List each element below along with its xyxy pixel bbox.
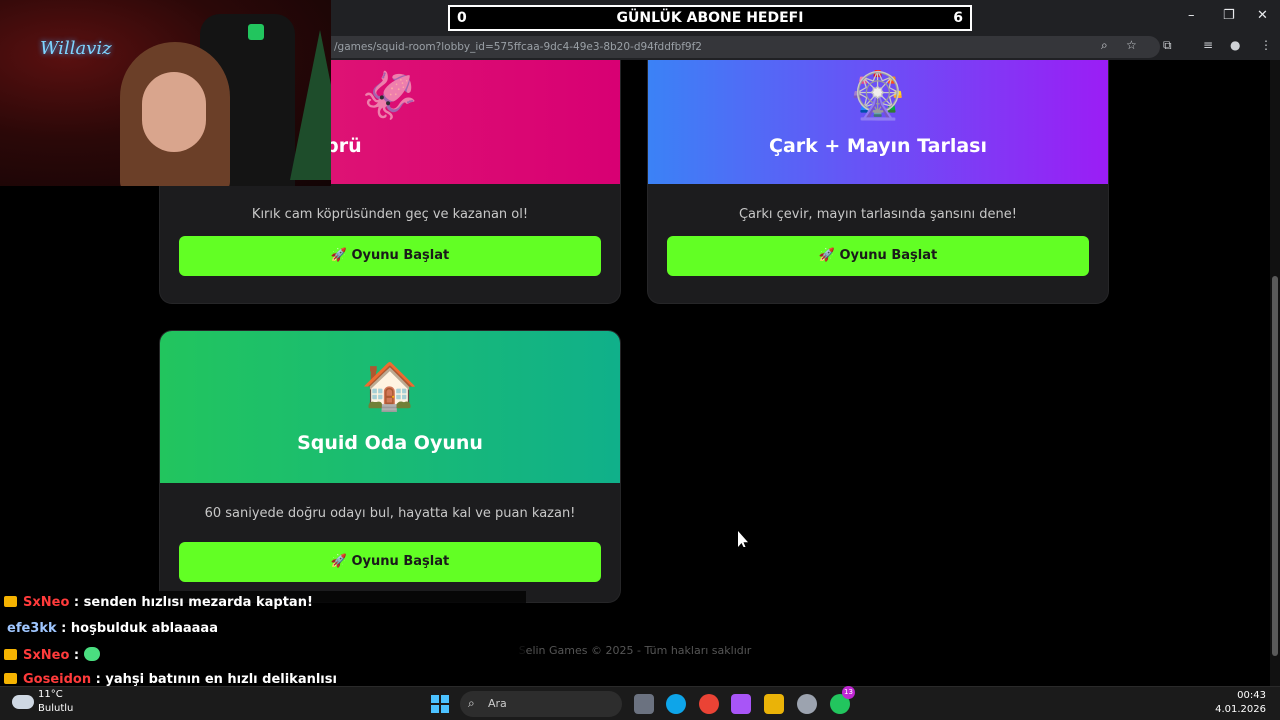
card-description: 60 saniyede doğru odayı bul, hayatta kal… — [204, 506, 576, 521]
stream-chat-overlay: SxNeo : senden hızlısı mezarda kaptan! e… — [0, 591, 526, 691]
url-input[interactable]: /games/squid-room?lobby_id=575ffcaa-9dc4… — [320, 36, 1160, 58]
crown-badge-icon — [4, 596, 17, 607]
chat-message: SxNeo : senden hızlısı mezarda kaptan! — [4, 595, 313, 610]
game-card-cark-mayin: 🎡 Çark + Mayın Tarlası Çarkı çevir, mayı… — [648, 60, 1108, 303]
goal-target: 6 — [953, 10, 963, 26]
chat-username: efe3kk — [7, 621, 57, 636]
chair-logo-icon — [248, 24, 264, 40]
chat-username: SxNeo — [23, 648, 70, 663]
profile-avatar-icon[interactable]: ● — [1230, 38, 1240, 52]
bookmark-star-icon[interactable]: ☆ — [1126, 38, 1137, 52]
start-game-button[interactable]: 🚀 Oyunu Başlat — [179, 236, 601, 276]
file-explorer-icon[interactable] — [764, 694, 784, 714]
extensions-icon[interactable]: ⧉ — [1163, 38, 1172, 53]
clock-date[interactable]: 4.01.2026 — [1215, 704, 1266, 715]
start-game-button[interactable]: 🚀 Oyunu Başlat — [179, 542, 601, 582]
neon-sign-logo: Willaviz — [40, 38, 112, 59]
card-title: Squid Oda Oyunu — [297, 432, 483, 454]
chat-message: efe3kk : hoşbulduk ablaaaaa — [7, 621, 218, 636]
card-description: Çarkı çevir, mayın tarlasında şansını de… — [738, 207, 1018, 222]
weather-description[interactable]: Bulutlu — [38, 703, 73, 714]
obs-icon[interactable] — [797, 694, 817, 714]
crown-badge-icon — [4, 649, 17, 660]
house-icon: 🏠 — [361, 359, 419, 413]
chat-message: Goseidon : yahşi batının en hızlı delika… — [4, 672, 337, 687]
windows-taskbar: 11°C Bulutlu ⌕ Ara 13 00:43 4.01.2026 — [0, 686, 1280, 720]
windows-start-icon[interactable] — [431, 695, 449, 713]
emote-icon — [83, 647, 100, 661]
minimize-icon[interactable]: – — [1188, 8, 1195, 23]
cloud-icon[interactable] — [12, 695, 34, 709]
card-header: 🏠 Squid Oda Oyunu — [160, 331, 620, 483]
close-icon[interactable]: ✕ — [1257, 8, 1268, 23]
copilot-icon[interactable] — [731, 694, 751, 714]
game-card-squid-oda: 🏠 Squid Oda Oyunu 60 saniyede doğru oday… — [160, 331, 620, 602]
chat-text: : senden hızlısı mezarda kaptan! — [73, 595, 313, 610]
clock-time[interactable]: 00:43 — [1237, 690, 1266, 701]
chrome-browser-icon[interactable] — [699, 694, 719, 714]
goal-title: GÜNLÜK ABONE HEDEFI — [616, 10, 804, 26]
chat-text: : hoşbulduk ablaaaaa — [61, 621, 218, 636]
taskbar-search-box[interactable]: ⌕ Ara — [460, 691, 622, 717]
subscriber-goal-overlay: 0 GÜNLÜK ABONE HEDEFI 6 — [448, 5, 972, 31]
restore-icon[interactable]: ❐ — [1223, 8, 1235, 23]
chat-message: SxNeo : — [4, 647, 100, 663]
chat-username: Goseidon — [23, 672, 92, 687]
task-view-icon[interactable] — [634, 694, 654, 714]
webcam-overlay: Willaviz — [0, 0, 331, 186]
media-control-icon[interactable]: ≡ — [1203, 38, 1213, 52]
crown-badge-icon — [4, 673, 17, 684]
whatsapp-unread-badge: 13 — [842, 686, 855, 699]
chat-text: : yahşi batının en hızlı delikanlısı — [95, 672, 337, 687]
edge-browser-icon[interactable] — [666, 694, 686, 714]
start-game-button[interactable]: 🚀 Oyunu Başlat — [667, 236, 1089, 276]
zoom-icon[interactable]: ⌕ — [1101, 38, 1108, 53]
weather-temperature[interactable]: 11°C — [38, 689, 63, 700]
card-title: Çark + Mayın Tarlası — [769, 135, 987, 157]
streamer-face — [142, 72, 206, 152]
scrollbar-thumb[interactable] — [1272, 276, 1278, 656]
card-header: 🎡 Çark + Mayın Tarlası — [648, 60, 1108, 184]
chat-username: SxNeo — [23, 595, 70, 610]
search-icon: ⌕ — [468, 696, 475, 710]
card-description: Kırık cam köprüsünden geç ve kazanan ol! — [251, 207, 529, 222]
search-placeholder: Ara — [488, 697, 507, 710]
menu-kebab-icon[interactable]: ⋮ — [1260, 38, 1272, 52]
christmas-tree — [290, 30, 331, 180]
ferris-wheel-icon: 🎡 — [849, 68, 907, 122]
chat-text: : — [73, 648, 80, 663]
